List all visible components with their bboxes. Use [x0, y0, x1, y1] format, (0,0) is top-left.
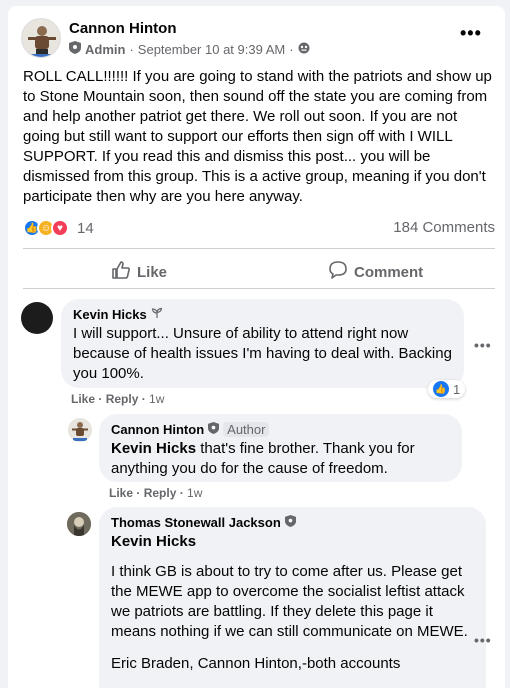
role-label: Admin: [85, 41, 126, 57]
comment-actions: Like · Reply · 1w: [71, 392, 165, 406]
comment-time[interactable]: 1w: [149, 392, 164, 406]
reply-avatar[interactable]: [68, 418, 92, 442]
meta-separator: ·: [129, 41, 134, 57]
commenter-avatar[interactable]: [21, 302, 53, 334]
author-name[interactable]: Cannon Hinton: [69, 20, 176, 37]
like-reaction-icon: 👍: [433, 381, 449, 397]
reaction-summary[interactable]: 👍 ☺ ♥ 14: [23, 219, 94, 237]
comment-like-link[interactable]: Like: [71, 392, 95, 406]
shield-icon: [284, 515, 296, 530]
shield-icon: [208, 422, 220, 437]
reply-text: Kevin Hicks that's fine brother. Thank y…: [111, 439, 450, 479]
globe-icon: [298, 42, 310, 57]
comment-icon: [328, 260, 348, 284]
author-badge: Author: [223, 422, 270, 437]
more-icon[interactable]: •••: [460, 23, 482, 44]
post-meta: Admin · September 10 at 9:39 AM ·: [69, 41, 310, 57]
like-button[interactable]: Like: [111, 260, 167, 284]
divider: [23, 288, 495, 289]
reply-author[interactable]: Cannon Hinton Author: [111, 422, 450, 437]
reply-time[interactable]: 1w: [187, 486, 202, 500]
post-card: Cannon Hinton Admin · September 10 at 9:…: [8, 6, 505, 688]
commenter-name[interactable]: Kevin Hicks: [73, 307, 452, 322]
meta-separator-2: ·: [289, 41, 294, 57]
comment-text: I will support... Unsure of ability to a…: [73, 325, 452, 382]
comment-reply-link[interactable]: Reply: [106, 392, 139, 406]
reply-author[interactable]: Thomas Stonewall Jackson: [111, 515, 474, 530]
reply-avatar[interactable]: [67, 512, 91, 536]
comment-button[interactable]: Comment: [328, 260, 423, 284]
like-icon: [111, 260, 131, 284]
reply-text-2: Eric Braden, Cannon Hinton,-both account…: [111, 655, 401, 672]
comment-more-icon[interactable]: •••: [474, 337, 492, 353]
shield-icon: [69, 41, 81, 57]
reply-reply-link[interactable]: Reply: [144, 486, 177, 500]
reply-actions: Like · Reply · 1w: [109, 486, 203, 500]
comment-reactions[interactable]: 👍 1: [428, 380, 466, 398]
comment-more-icon[interactable]: •••: [474, 632, 492, 648]
author-avatar[interactable]: [21, 18, 61, 58]
reply-like-link[interactable]: Like: [109, 486, 133, 500]
reply-bubble: Thomas Stonewall Jackson Kevin Hicks I t…: [99, 507, 486, 688]
reply-text: I think GB is about to try to come after…: [111, 563, 468, 640]
reply-bubble: Cannon Hinton Author Kevin Hicks that's …: [99, 414, 462, 482]
reply-author-text[interactable]: Cannon Hinton: [111, 422, 204, 437]
timestamp[interactable]: September 10 at 9:39 AM: [138, 42, 285, 57]
comments-count[interactable]: 184 Comments: [393, 219, 495, 236]
mention-link[interactable]: Kevin Hicks: [111, 440, 196, 457]
reaction-count: 14: [77, 219, 94, 237]
love-reaction-icon: ♥: [51, 219, 69, 237]
sprout-icon: [151, 307, 163, 322]
like-label: Like: [137, 263, 168, 281]
mention-link[interactable]: Kevin Hicks: [111, 532, 474, 552]
reply-author-text[interactable]: Thomas Stonewall Jackson: [111, 515, 281, 530]
divider: [23, 248, 495, 249]
comment-reaction-count: 1: [453, 381, 461, 397]
comment-label: Comment: [354, 263, 424, 281]
comment-bubble: Kevin Hicks I will support... Unsure of …: [61, 299, 464, 388]
commenter-name-text[interactable]: Kevin Hicks: [73, 307, 147, 322]
post-body: ROLL CALL!!!!!! If you are going to stan…: [23, 68, 492, 205]
